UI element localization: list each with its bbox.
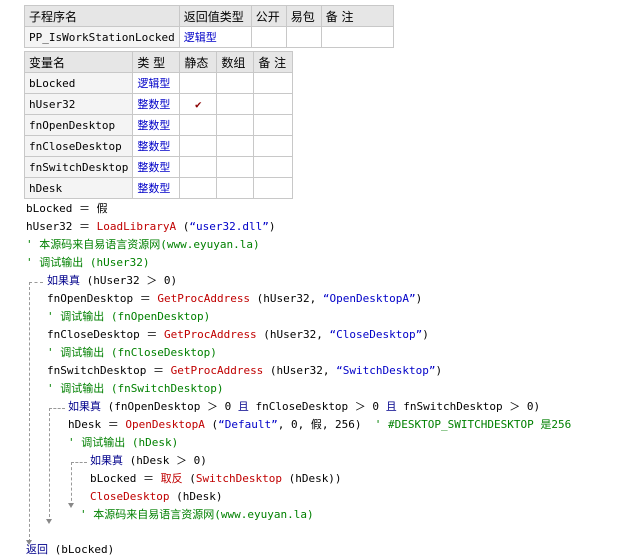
flow-arrow-down-icon [46, 519, 52, 524]
flow-arrow-down-icon [68, 503, 74, 508]
code-comment[interactable]: ' 调试输出 (hDesk) [68, 436, 178, 450]
code-comment[interactable]: ' 调试输出 (hUser32) [26, 256, 149, 270]
code-line[interactable]: 如果真 (hUser32 ＞ 0) [47, 274, 177, 288]
code-line[interactable]: fnSwitchDesktop ＝ GetProcAddress (hUser3… [47, 364, 442, 378]
code-line[interactable]: 如果真 (hDesk ＞ 0) [90, 454, 207, 468]
flow-guide-outer-top [29, 282, 43, 283]
code-line[interactable]: CloseDesktop (hDesk) [90, 490, 222, 504]
code-comment[interactable]: ' 调试输出 (fnCloseDesktop) [47, 346, 217, 360]
code-line[interactable]: hDesk ＝ OpenDesktopA (“Default”, 0, 假, 2… [68, 418, 571, 432]
flow-guide-inner [71, 462, 72, 506]
code-comment[interactable]: ' 调试输出 (fnOpenDesktop) [47, 310, 210, 324]
code-line[interactable]: fnOpenDesktop ＝ GetProcAddress (hUser32,… [47, 292, 422, 306]
code-line[interactable]: fnCloseDesktop ＝ GetProcAddress (hUser32… [47, 328, 429, 342]
code-line[interactable]: 如果真 (fnOpenDesktop ＞ 0 且 fnCloseDesktop … [68, 400, 540, 414]
code-line[interactable]: bLocked ＝ 假 [26, 202, 108, 216]
code-line[interactable]: 返回 (bLocked) [26, 543, 114, 557]
code-comment[interactable]: ' 本源码来自易语言资源网(www.eyuyan.la) [80, 508, 314, 522]
code-line[interactable]: bLocked ＝ 取反 (SwitchDesktop (hDesk)) [90, 472, 342, 486]
flow-guide-outer [29, 282, 30, 542]
code-line[interactable]: hUser32 ＝ LoadLibraryA (“user32.dll”) [26, 220, 275, 234]
code-comment[interactable]: ' 调试输出 (fnSwitchDesktop) [47, 382, 223, 396]
flow-guide-middle-top [49, 408, 65, 409]
code-editor: bLocked ＝ 假 hUser32 ＝ LoadLibraryA (“use… [0, 0, 619, 559]
flow-guide-middle [49, 408, 50, 522]
code-comment[interactable]: ' 本源码来自易语言资源网(www.eyuyan.la) [26, 238, 260, 252]
flow-guide-inner-top [71, 462, 87, 463]
